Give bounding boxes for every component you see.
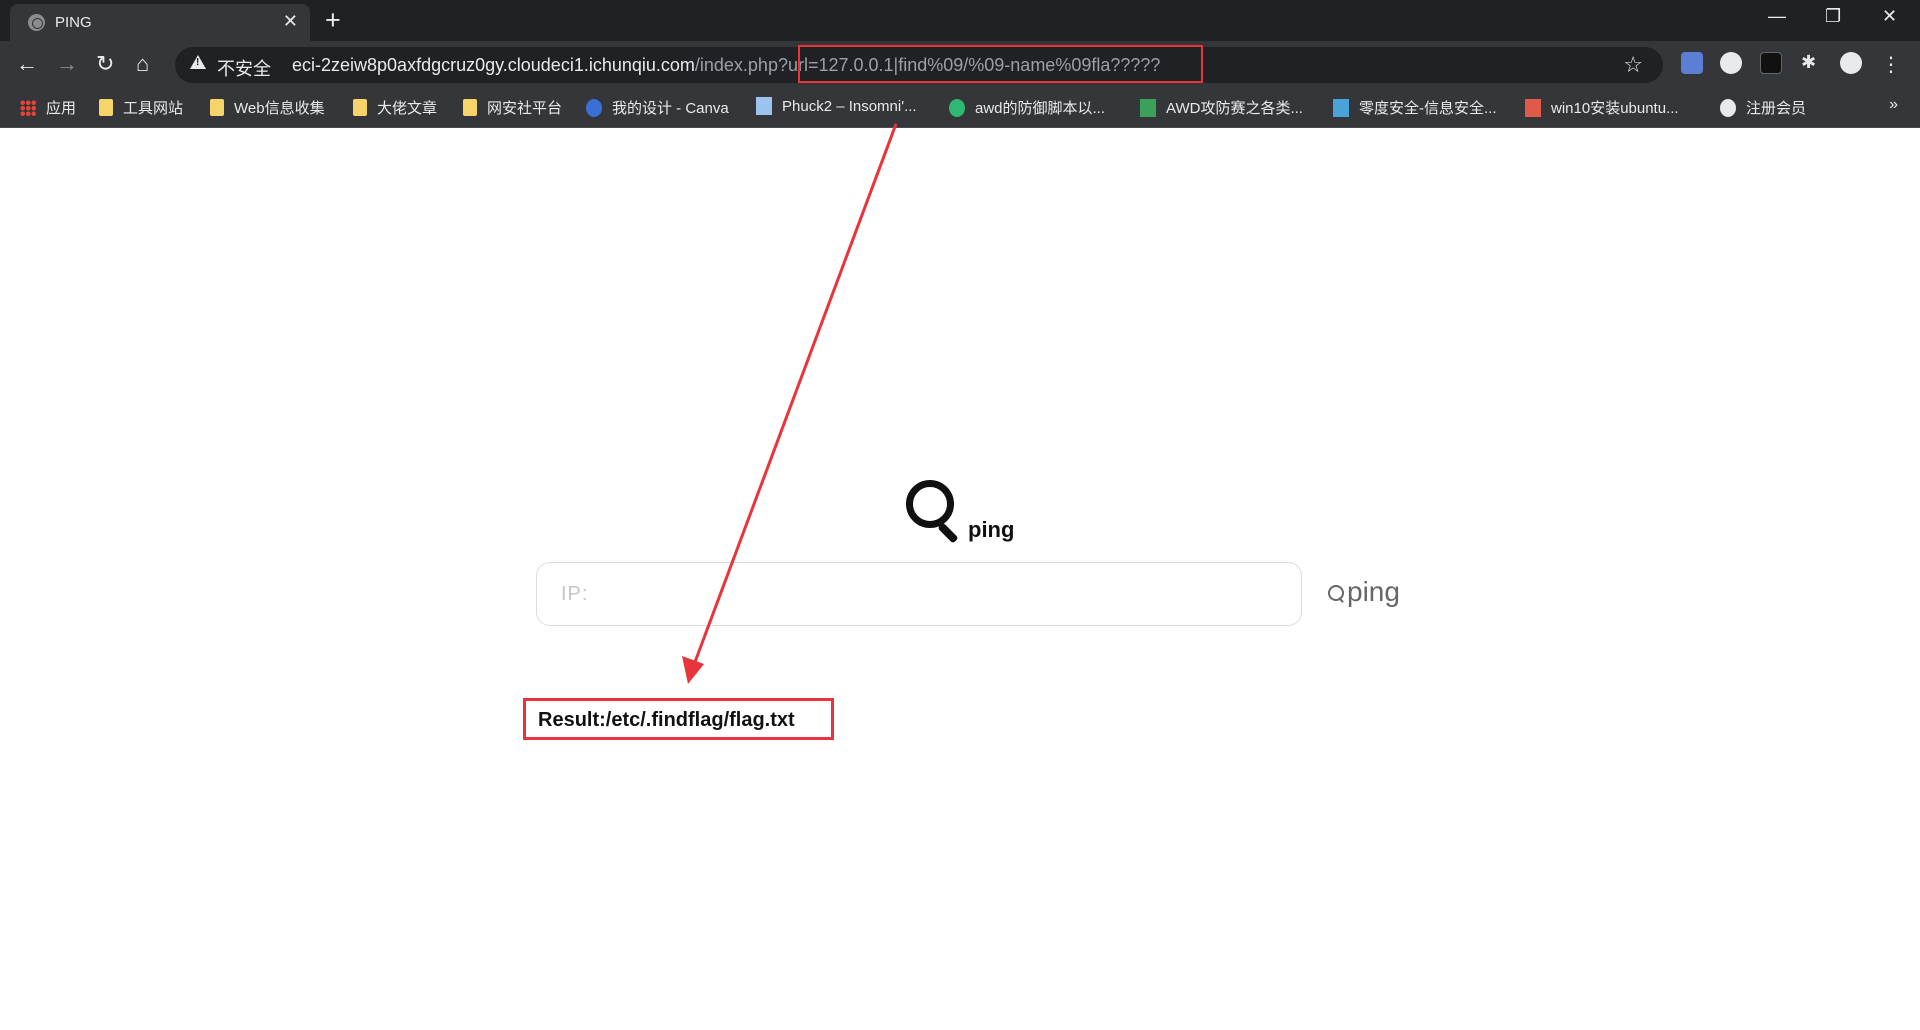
url-host: eci-2zeiw8p0axfdgcruz0gy.cloudeci1.ichun… bbox=[292, 55, 695, 75]
bookmark-item[interactable]: awd的防御脚本以... bbox=[949, 97, 1105, 118]
extension-icon[interactable] bbox=[1681, 52, 1703, 74]
bookmark-star-icon[interactable]: ☆ bbox=[1623, 52, 1643, 78]
new-tab-button[interactable]: + bbox=[325, 5, 341, 35]
globe-icon bbox=[28, 14, 45, 31]
profile-avatar-icon[interactable] bbox=[1840, 52, 1862, 74]
home-button[interactable]: ⌂ bbox=[136, 49, 149, 79]
reload-button[interactable]: ↻ bbox=[96, 49, 114, 79]
bookmarks-bar: 应用 工具网站 Web信息收集 大佬文章 网安社平台 我的设计 - Canva … bbox=[0, 88, 1920, 128]
ip-input[interactable] bbox=[536, 562, 1302, 626]
bookmark-item[interactable]: Web信息收集 bbox=[210, 97, 325, 118]
url-annotation-box bbox=[798, 45, 1203, 83]
more-bookmarks-icon[interactable]: » bbox=[1889, 96, 1898, 114]
folder-icon bbox=[99, 99, 113, 116]
bookmark-item[interactable]: 零度安全-信息安全... bbox=[1333, 97, 1497, 118]
bookmark-item[interactable]: 工具网站 bbox=[99, 97, 183, 118]
insecure-label[interactable]: 不安全 bbox=[217, 55, 271, 81]
bookmark-item[interactable]: Phuck2 – Insomni'... bbox=[756, 97, 917, 115]
warning-icon bbox=[190, 55, 206, 69]
green-icon bbox=[1140, 98, 1156, 117]
back-button[interactable]: ← bbox=[16, 49, 38, 79]
apps-grid-icon bbox=[20, 99, 36, 116]
browser-tab[interactable]: PING ✕ bbox=[10, 4, 310, 41]
folder-icon bbox=[353, 99, 367, 116]
shield-icon bbox=[1333, 98, 1349, 117]
window-close-button[interactable]: ✕ bbox=[1882, 6, 1897, 27]
bookmark-item[interactable]: 我的设计 - Canva bbox=[586, 97, 729, 118]
folder-icon bbox=[463, 99, 477, 116]
result-annotation-box: Result:/etc/.findflag/flag.txt bbox=[523, 698, 834, 740]
canva-icon bbox=[586, 98, 602, 117]
forward-button[interactable]: → bbox=[56, 49, 78, 79]
n-icon bbox=[949, 98, 965, 117]
annotation-arrow bbox=[682, 123, 898, 684]
bookmark-item[interactable]: 应用 bbox=[20, 97, 76, 118]
h-extension-icon[interactable] bbox=[1760, 52, 1782, 74]
logo-text: ping bbox=[968, 517, 1015, 542]
tab-title: PING bbox=[55, 14, 92, 31]
bookmark-item[interactable]: 注册会员 bbox=[1720, 97, 1806, 118]
bookmark-item[interactable]: win10安装ubuntu... bbox=[1525, 97, 1679, 118]
minimize-button[interactable]: — bbox=[1768, 6, 1786, 27]
result-text: Result:/etc/.findflag/flag.txt bbox=[538, 709, 795, 731]
page-icon bbox=[756, 97, 772, 115]
bookmark-item[interactable]: 网安社平台 bbox=[463, 97, 562, 118]
jian-icon bbox=[1525, 98, 1541, 117]
magnifier-icon bbox=[906, 480, 954, 528]
search-icon bbox=[1328, 585, 1345, 605]
folder-icon bbox=[210, 99, 224, 116]
fox-extension-icon[interactable] bbox=[1720, 52, 1742, 74]
puzzle-icon[interactable]: ✱ bbox=[1801, 52, 1823, 74]
bookmark-item[interactable]: AWD攻防赛之各类... bbox=[1140, 97, 1303, 118]
kebab-menu-icon[interactable]: ⋮ bbox=[1880, 52, 1902, 76]
bookmark-item[interactable]: 大佬文章 bbox=[353, 97, 437, 118]
tab-close-icon[interactable]: ✕ bbox=[283, 11, 298, 32]
restore-button[interactable]: ❐ bbox=[1825, 6, 1841, 27]
ping-button-label: ping bbox=[1347, 576, 1400, 607]
tab-strip: PING ✕ + — ❐ ✕ bbox=[0, 0, 1920, 41]
globe-icon bbox=[1720, 98, 1736, 117]
ping-button[interactable]: ping bbox=[1328, 576, 1400, 608]
